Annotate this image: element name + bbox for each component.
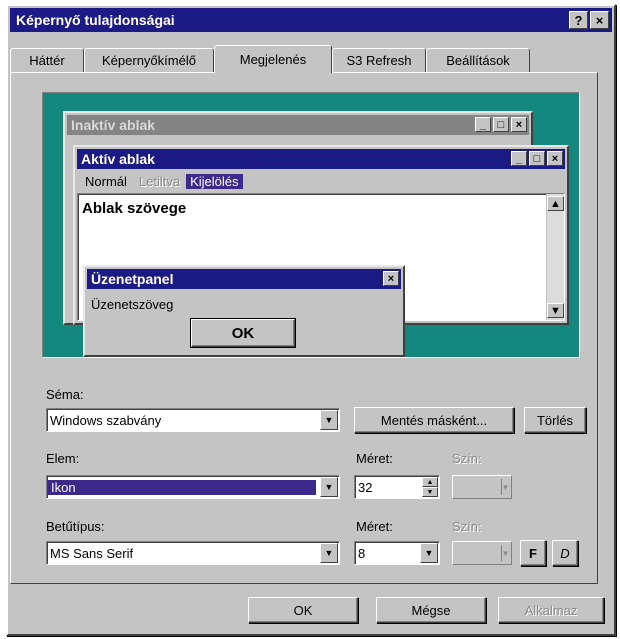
chevron-down-icon[interactable]: ▼ <box>320 410 338 430</box>
chevron-down-icon: ▼ <box>501 479 509 495</box>
preview-msgbox-title: Üzenetpanel <box>91 271 174 287</box>
item-select[interactable]: Ikon ▼ <box>46 475 340 499</box>
font-value: MS Sans Serif <box>50 545 134 561</box>
chevron-down-icon: ▼ <box>501 545 509 561</box>
maximize-icon: □ <box>493 117 509 132</box>
item-size-value: 32 <box>358 479 373 495</box>
preview-menu-bar: Normál Letiltva Kijelölés <box>79 171 243 191</box>
font-label: Betűtípus: <box>46 519 105 534</box>
font-color-picker: ▼ <box>452 541 512 565</box>
preview-inactive-titlebar: Inaktív ablak _ □ × <box>67 115 529 135</box>
maximize-icon: □ <box>529 151 545 166</box>
spin-up-icon[interactable]: ▲ <box>422 477 438 487</box>
chevron-down-icon[interactable]: ▼ <box>320 477 338 497</box>
font-size-value: 8 <box>358 545 366 561</box>
window-title: Képernyő tulajdonságai <box>16 12 175 28</box>
minimize-icon: _ <box>475 117 491 132</box>
item-color-picker: ▼ <box>452 475 512 499</box>
spin-down-icon[interactable]: ▼ <box>422 487 438 497</box>
ok-button[interactable]: OK <box>248 597 358 623</box>
font-size-label: Méret: <box>356 519 393 534</box>
appearance-preview[interactable]: Inaktív ablak _ □ × Aktív ablak _ □ × No… <box>42 92 580 358</box>
scroll-down-icon: ▼ <box>547 303 564 318</box>
preview-msgbox-text: Üzenetszöveg <box>91 297 174 312</box>
close-icon: × <box>547 151 563 166</box>
scheme-select[interactable]: Windows szabvány ▼ <box>46 408 340 432</box>
save-as-button[interactable]: Mentés másként... <box>354 407 514 433</box>
item-label: Elem: <box>46 451 80 466</box>
item-value: Ikon <box>48 479 316 495</box>
scheme-value: Windows szabvány <box>50 412 162 428</box>
scheme-label: Séma: <box>46 387 84 402</box>
preview-scrollbar: ▲ ▼ <box>546 194 564 320</box>
close-button[interactable]: × <box>590 11 609 29</box>
chevron-down-icon[interactable]: ▼ <box>420 543 438 563</box>
preview-msgbox-titlebar: Üzenetpanel × <box>87 269 401 289</box>
preview-menu-disabled: Letiltva <box>138 173 181 189</box>
tab-kepernyokimelo[interactable]: Képernyőkímélő <box>84 48 214 72</box>
scroll-up-icon: ▲ <box>547 196 564 211</box>
font-select[interactable]: MS Sans Serif ▼ <box>46 541 340 565</box>
font-size-select[interactable]: 8 ▼ <box>354 541 440 565</box>
item-size-spinner[interactable]: 32 ▲ ▼ <box>354 475 440 499</box>
title-bar: Képernyő tulajdonságai ? × <box>10 8 612 32</box>
spinner-buttons[interactable]: ▲ ▼ <box>422 477 438 497</box>
item-size-label: Méret: <box>356 451 393 466</box>
cancel-button[interactable]: Mégse <box>376 597 486 623</box>
preview-active-titlebar: Aktív ablak _ □ × <box>77 149 565 169</box>
close-icon: × <box>383 271 399 286</box>
tab-beallitasok[interactable]: Beállítások <box>426 48 530 72</box>
font-color-label: Szín: <box>452 519 482 534</box>
italic-button[interactable]: D <box>552 540 578 566</box>
item-color-label: Szín: <box>452 451 482 466</box>
chevron-down-icon[interactable]: ▼ <box>320 543 338 563</box>
preview-window-text: Ablak szövege <box>82 200 187 217</box>
delete-button[interactable]: Törlés <box>524 407 586 433</box>
tab-s3-refresh[interactable]: S3 Refresh <box>332 48 426 72</box>
preview-menu-selected: Kijelölés <box>186 173 243 189</box>
help-button[interactable]: ? <box>569 11 588 29</box>
preview-active-title: Aktív ablak <box>81 151 155 167</box>
close-icon: × <box>511 117 527 132</box>
tab-megjelenes[interactable]: Megjelenés <box>214 45 332 73</box>
minimize-icon: _ <box>511 151 527 166</box>
bold-button[interactable]: F <box>520 540 546 566</box>
apply-button[interactable]: Alkalmaz <box>498 597 604 623</box>
preview-menu-normal: Normál <box>85 173 127 189</box>
tab-hatter[interactable]: Háttér <box>10 48 84 72</box>
preview-msgbox-ok-button: OK <box>191 319 295 347</box>
preview-inactive-title: Inaktív ablak <box>71 117 156 133</box>
preview-message-box[interactable]: Üzenetpanel × Üzenetszöveg OK <box>83 265 405 357</box>
